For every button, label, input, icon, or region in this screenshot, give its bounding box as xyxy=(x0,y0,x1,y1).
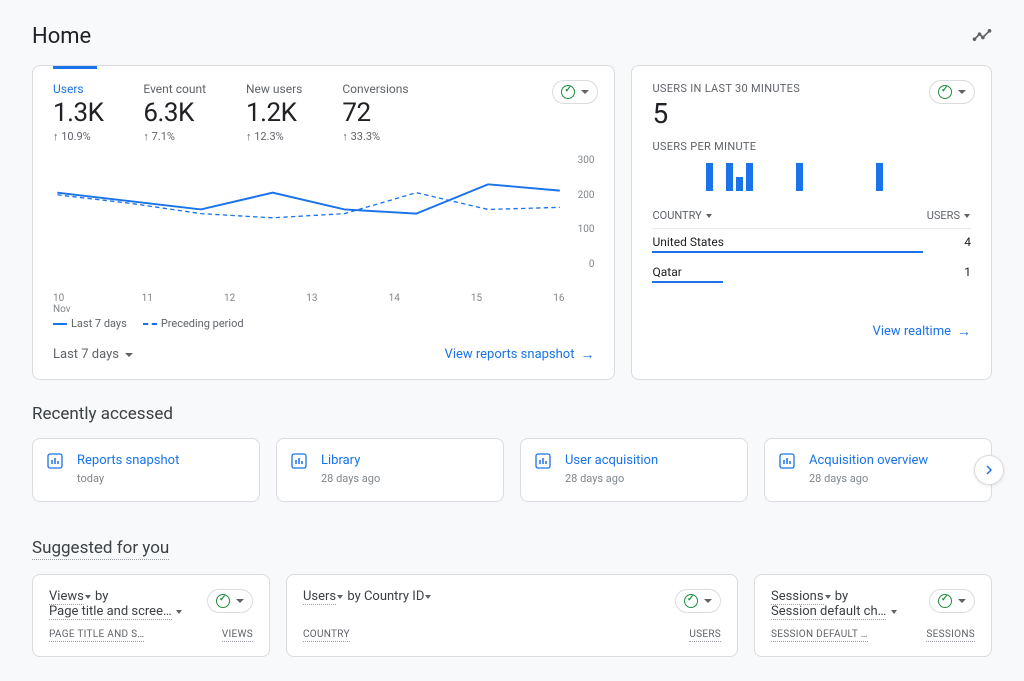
metric-users[interactable]: Users 1.3K 10.9% xyxy=(53,82,103,143)
realtime-value: 5 xyxy=(652,97,971,130)
recent-card[interactable]: Library 28 days ago xyxy=(276,438,504,502)
chevron-down-icon xyxy=(706,214,712,218)
suggested-col2: SESSIONS xyxy=(926,629,975,642)
analytics-icon xyxy=(47,453,63,469)
realtime-subheading: USERS PER MINUTE xyxy=(652,140,971,153)
suggested-heading: Suggested for you xyxy=(32,538,169,560)
analytics-icon xyxy=(535,453,551,469)
legend-preceding: Preceding period xyxy=(143,317,244,330)
overview-card: Users 1.3K 10.9% Event count 6.3K 7.1% N… xyxy=(32,65,615,380)
recent-card-subtitle: today xyxy=(77,472,245,485)
check-icon xyxy=(216,594,230,608)
recent-card-title: User acquisition xyxy=(565,453,733,468)
metric-new-users[interactable]: New users 1.2K 12.3% xyxy=(246,82,302,143)
suggested-card: Users by Country ID COUNTRY USERS xyxy=(286,574,738,657)
chevron-down-icon xyxy=(125,353,133,357)
realtime-country-row: United States4 xyxy=(652,229,971,251)
suggested-card: Sessions bySession default ch… SESSION D… xyxy=(754,574,992,657)
chevron-down-icon xyxy=(964,214,970,218)
check-icon xyxy=(938,85,952,99)
analytics-icon xyxy=(779,453,795,469)
metric-conversions[interactable]: Conversions 72 33.3% xyxy=(342,82,408,143)
card-quality-button[interactable] xyxy=(675,589,721,613)
card-quality-button[interactable] xyxy=(929,80,975,104)
suggested-col1: SESSION DEFAULT … xyxy=(771,629,868,642)
chevron-down-icon xyxy=(236,599,244,603)
chevron-down-icon xyxy=(958,90,966,94)
arrow-right-icon: → xyxy=(957,323,971,340)
legend-current: Last 7 days xyxy=(53,317,127,330)
recent-card-title: Library xyxy=(321,453,489,468)
analytics-icon xyxy=(291,453,307,469)
realtime-country-row: Qatar1 xyxy=(652,259,971,281)
card-quality-button[interactable] xyxy=(207,589,253,613)
users-column-header[interactable]: USERS xyxy=(927,209,971,222)
check-icon xyxy=(938,594,952,608)
suggested-col2: VIEWS xyxy=(222,629,253,642)
suggested-card: Views byPage title and scree… PAGE TITLE… xyxy=(32,574,270,657)
card-quality-button[interactable] xyxy=(929,589,975,613)
date-range-dropdown[interactable]: Last 7 days xyxy=(53,347,133,362)
view-realtime-link[interactable]: View realtime → xyxy=(873,323,971,340)
suggested-col2: USERS xyxy=(689,629,721,642)
check-icon xyxy=(684,594,698,608)
recent-card-title: Acquisition overview xyxy=(809,453,977,468)
suggested-col1: PAGE TITLE AND S… xyxy=(49,629,144,642)
recent-card-title: Reports snapshot xyxy=(77,453,245,468)
suggested-card-title[interactable]: Users by Country ID xyxy=(303,589,721,619)
recently-accessed-heading: Recently accessed xyxy=(32,404,992,424)
carousel-next-button[interactable] xyxy=(974,455,1004,485)
recent-card[interactable]: User acquisition 28 days ago xyxy=(520,438,748,502)
country-column-header[interactable]: COUNTRY xyxy=(652,209,712,222)
arrow-right-icon: → xyxy=(580,346,594,363)
users-trend-chart: 300 200 100 0 10Nov111213141516 xyxy=(53,155,594,305)
recent-card[interactable]: Acquisition overview 28 days ago xyxy=(764,438,992,502)
page-title: Home xyxy=(32,24,91,49)
metric-event-count[interactable]: Event count 6.3K 7.1% xyxy=(143,82,206,143)
insights-icon[interactable] xyxy=(972,25,992,49)
users-per-minute-chart xyxy=(652,155,971,191)
recent-card-subtitle: 28 days ago xyxy=(809,472,977,485)
view-reports-snapshot-link[interactable]: View reports snapshot → xyxy=(445,346,595,363)
chevron-down-icon xyxy=(704,599,712,603)
recent-card-subtitle: 28 days ago xyxy=(565,472,733,485)
realtime-heading: USERS IN LAST 30 MINUTES xyxy=(652,82,971,95)
suggested-col1: COUNTRY xyxy=(303,629,350,642)
recent-card-subtitle: 28 days ago xyxy=(321,472,489,485)
chevron-down-icon xyxy=(958,599,966,603)
realtime-card: USERS IN LAST 30 MINUTES 5 USERS PER MIN… xyxy=(631,65,992,380)
recent-card[interactable]: Reports snapshot today xyxy=(32,438,260,502)
